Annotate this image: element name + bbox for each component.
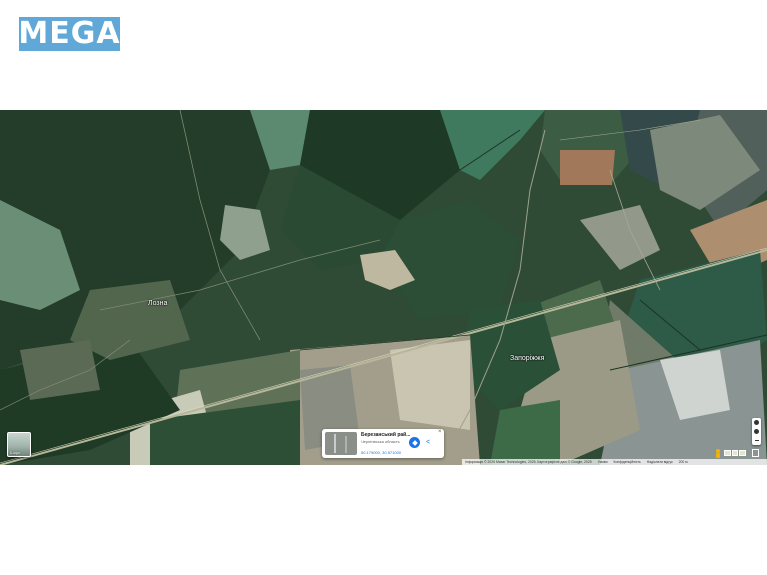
share-icon[interactable]: <: [426, 438, 430, 447]
imagery-tile[interactable]: [731, 450, 739, 456]
place-info-card[interactable]: Березанський рай... Чернігівська область…: [322, 429, 444, 458]
fullscreen-icon[interactable]: [752, 449, 759, 457]
layers-button[interactable]: Шари: [7, 432, 31, 457]
logo-text: MEGA: [18, 16, 121, 51]
place-label-zaporizhzhia: Запоріжжя: [510, 355, 545, 362]
zoom-out-button[interactable]: [752, 436, 761, 445]
close-icon[interactable]: ×: [438, 429, 442, 435]
place-subtitle: Чернігівська область: [361, 439, 400, 444]
place-thumbnail[interactable]: [325, 432, 357, 455]
pegman-icon[interactable]: [715, 449, 721, 458]
attribution-data: Інформація © 2025 Maxar Technologies, 20…: [465, 460, 592, 464]
zoom-control: [752, 418, 761, 445]
map-attribution: Інформація © 2025 Maxar Technologies, 20…: [462, 459, 767, 465]
privacy-link[interactable]: Конфіденційність: [614, 459, 641, 465]
imagery-thumbnails[interactable]: [724, 450, 747, 456]
layers-label: Шари: [10, 450, 21, 455]
imagery-tile[interactable]: [724, 450, 731, 456]
scale-bar: 200 м: [678, 460, 688, 464]
zoom-in-button[interactable]: [752, 427, 761, 436]
satellite-imagery: [0, 110, 767, 465]
mega-logo[interactable]: MEGA: [18, 16, 121, 51]
my-location-button[interactable]: [752, 418, 761, 427]
imagery-tile[interactable]: [739, 450, 747, 456]
place-title: Березанський рай...: [361, 432, 411, 438]
place-label-lozna: Лозна: [148, 300, 168, 307]
place-coordinates[interactable]: 50.179000, 30.571000: [361, 450, 401, 455]
satellite-map[interactable]: Лозна Запоріжжя: [0, 110, 767, 465]
feedback-link[interactable]: Надіслати відгук: [647, 459, 673, 465]
directions-icon[interactable]: [409, 437, 420, 448]
terms-link[interactable]: Умови: [598, 459, 608, 465]
